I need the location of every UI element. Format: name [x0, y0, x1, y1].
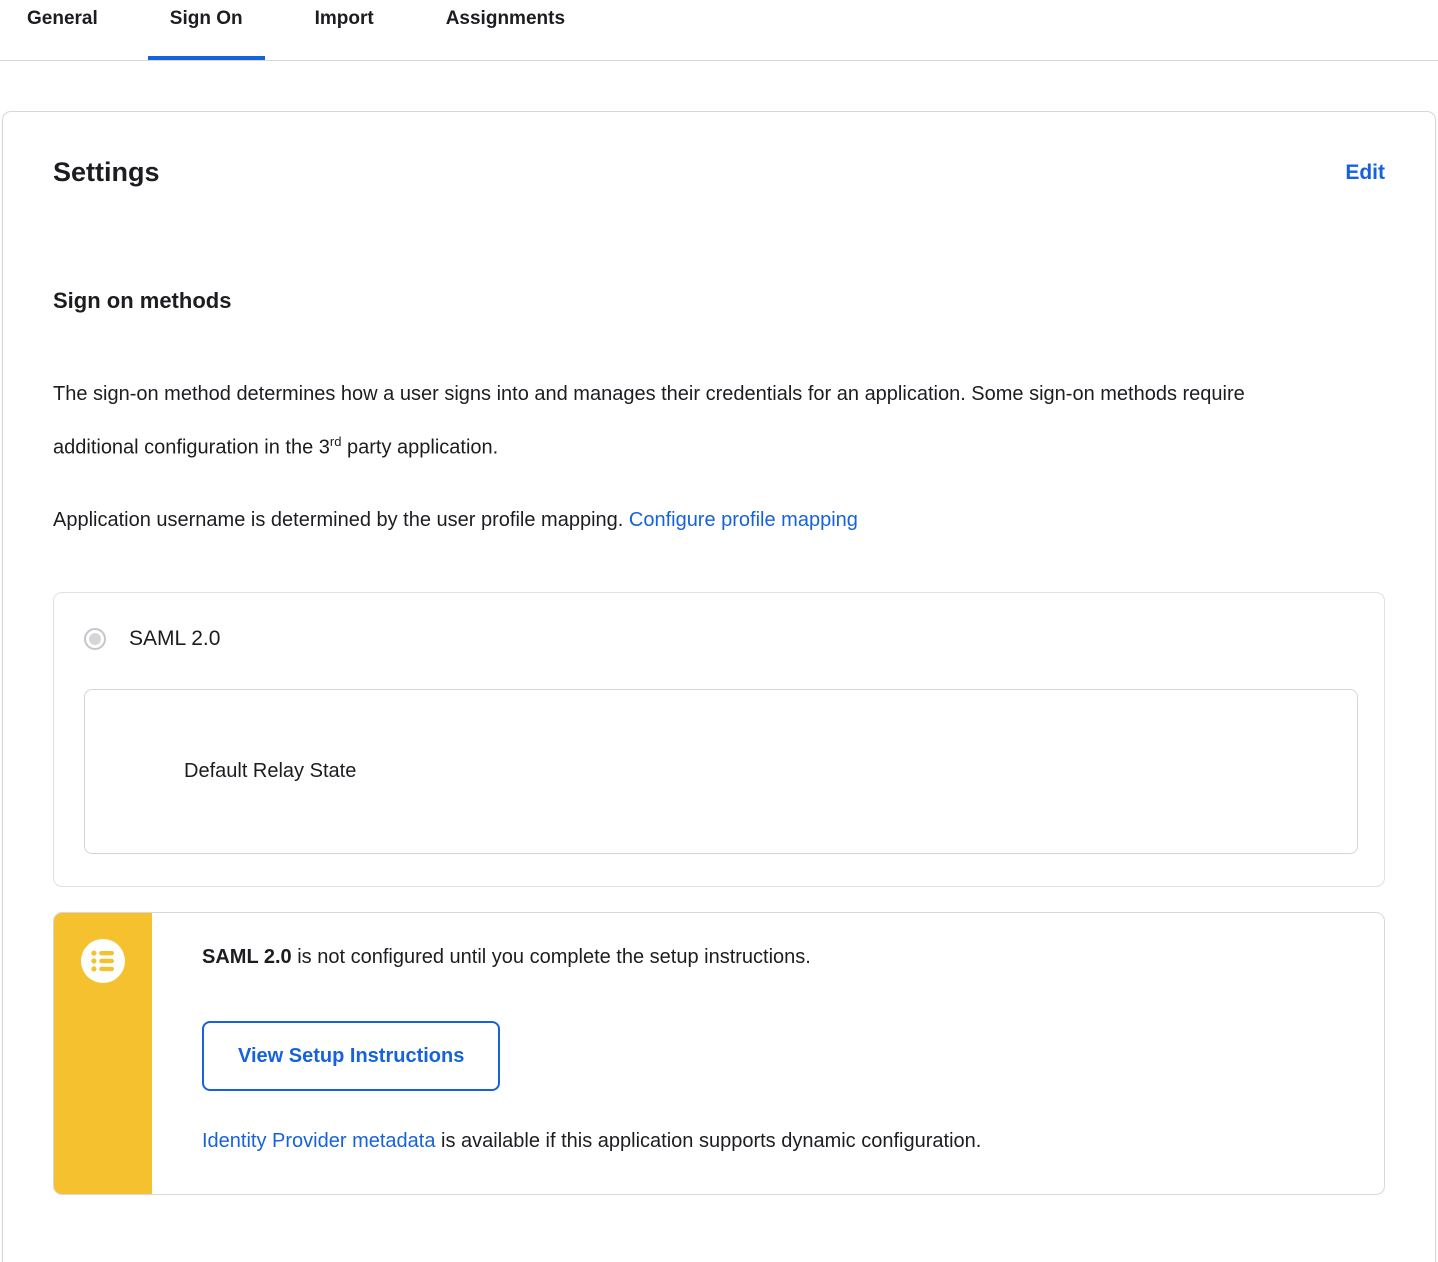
- callout-message: SAML 2.0 is not configured until you com…: [202, 943, 1344, 971]
- configure-profile-mapping-link[interactable]: Configure profile mapping: [629, 509, 858, 531]
- tab-general[interactable]: General: [5, 0, 120, 60]
- page-title: Settings: [53, 157, 160, 187]
- settings-card: Settings Edit Sign on methods The sign-o…: [2, 111, 1436, 1262]
- settings-card-header: Settings Edit: [53, 157, 1385, 188]
- sign-on-methods-description: The sign-on method determines how a user…: [53, 370, 1313, 472]
- app-tab-bar: General Sign On Import Assignments: [0, 0, 1438, 61]
- tab-import[interactable]: Import: [293, 0, 396, 60]
- callout-message-rest: is not configured until you complete the…: [291, 945, 811, 968]
- saml-option-box: SAML 2.0 Default Relay State: [53, 591, 1385, 887]
- list-icon: [81, 938, 125, 983]
- edit-settings-link[interactable]: Edit: [1345, 161, 1385, 185]
- identity-provider-metadata-link[interactable]: Identity Provider metadata: [202, 1130, 435, 1152]
- saml-setup-callout: SAML 2.0 is not configured until you com…: [53, 911, 1385, 1195]
- description-text-part1: The sign-on method determines how a user…: [53, 383, 1245, 459]
- radio-dot: [89, 632, 101, 645]
- callout-message-bold: SAML 2.0: [202, 945, 292, 968]
- saml-radio-row: SAML 2.0: [84, 627, 1358, 651]
- saml-radio-button[interactable]: [84, 627, 106, 650]
- metadata-note-rest: is available if this application support…: [435, 1129, 982, 1152]
- tab-sign-on[interactable]: Sign On: [147, 0, 265, 60]
- application-username-note: Application username is determined by th…: [53, 496, 1385, 544]
- username-note-text: Application username is determined by th…: [53, 508, 629, 531]
- callout-content: SAML 2.0 is not configured until you com…: [152, 913, 1384, 1194]
- view-setup-instructions-button[interactable]: View Setup Instructions: [202, 1020, 501, 1091]
- saml-radio-label: SAML 2.0: [129, 626, 221, 650]
- tab-assignments[interactable]: Assignments: [424, 0, 587, 60]
- default-relay-state-label: Default Relay State: [184, 759, 357, 782]
- description-superscript: rd: [329, 434, 342, 449]
- description-text-part2: party application.: [341, 436, 499, 459]
- sign-on-methods-heading: Sign on methods: [53, 288, 232, 313]
- callout-warning-strip: [54, 912, 152, 1194]
- metadata-note: Identity Provider metadata is available …: [202, 1127, 1344, 1155]
- default-relay-state-row: Default Relay State: [84, 688, 1358, 854]
